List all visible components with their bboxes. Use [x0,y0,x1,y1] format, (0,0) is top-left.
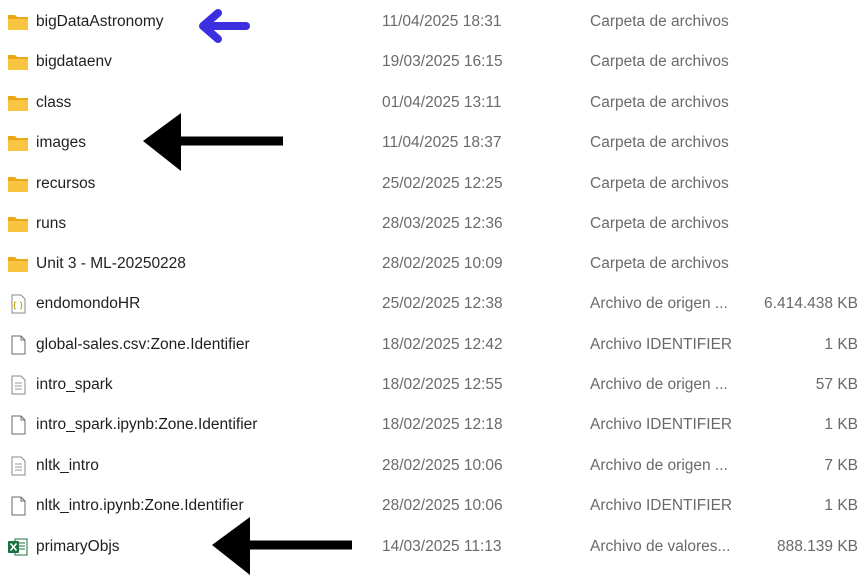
folder-icon [7,51,29,73]
list-item[interactable]: images 11/04/2025 18:37 Carpeta de archi… [0,123,867,163]
file-name: Unit 3 - ML-20250228 [36,255,186,272]
blank-file-icon [7,334,29,356]
file-name: nltk_intro.ipynb:Zone.Identifier [36,497,244,514]
file-size: 1 KB [824,336,858,353]
list-item[interactable]: nltk_intro 28/02/2025 10:06 Archivo de o… [0,446,867,486]
text-file-icon [7,455,29,477]
file-type: Carpeta de archivos [590,134,729,151]
folder-icon [7,92,29,114]
list-item[interactable]: nltk_intro.ipynb:Zone.Identifier 28/02/2… [0,486,867,526]
file-type: Archivo de origen ... [590,457,728,474]
file-type: Archivo de origen ... [590,295,728,312]
file-size: 888.139 KB [776,538,858,555]
file-type: Carpeta de archivos [590,175,729,192]
file-date: 11/04/2025 18:31 [382,13,502,30]
list-item[interactable]: endomondoHR 25/02/2025 12:38 Archivo de … [0,284,867,324]
file-size: 57 KB [815,376,858,393]
file-date: 25/02/2025 12:25 [382,175,503,192]
file-date: 18/02/2025 12:42 [382,336,503,353]
folder-icon [7,173,29,195]
file-date: 19/03/2025 16:15 [382,53,503,70]
black-arrow-icon [212,517,354,575]
file-name: class [36,94,72,111]
file-size: 7 KB [824,457,858,474]
file-date: 18/02/2025 12:55 [382,376,503,393]
file-date: 28/02/2025 10:06 [382,497,503,514]
file-name: images [36,134,86,151]
file-date: 01/04/2025 13:11 [382,94,502,111]
list-item[interactable]: primaryObjs 14/03/2025 11:13 Archivo de … [0,527,867,567]
list-item[interactable]: intro_spark.ipynb:Zone.Identifier 18/02/… [0,405,867,445]
file-type: Carpeta de archivos [590,13,729,30]
file-name: endomondoHR [36,295,141,312]
file-name: intro_spark [36,376,113,393]
black-arrow-icon [143,113,285,171]
folder-icon [7,253,29,275]
file-type: Carpeta de archivos [590,94,729,111]
file-type: Archivo de valores... [590,538,731,555]
file-date: 25/02/2025 12:38 [382,295,503,312]
file-size: 1 KB [824,497,858,514]
file-type: Archivo IDENTIFIER [590,497,733,514]
file-name: nltk_intro [36,457,99,474]
file-size: 1 KB [824,416,858,433]
folder-icon [7,213,29,235]
file-type: Carpeta de archivos [590,255,729,272]
file-name: bigdataenv [36,53,112,70]
file-type: Archivo IDENTIFIER [590,336,733,353]
excel-csv-icon [7,536,29,558]
list-item[interactable]: class 01/04/2025 13:11 Carpeta de archiv… [0,83,867,123]
file-size: 6.414.438 KB [764,295,858,312]
file-date: 14/03/2025 11:13 [382,538,502,555]
file-date: 11/04/2025 18:37 [382,134,502,151]
file-date: 28/03/2025 12:36 [382,215,503,232]
list-item[interactable]: bigDataAstronomy 11/04/2025 18:31 Carpet… [0,2,867,42]
file-name: runs [36,215,67,232]
file-type: Carpeta de archivos [590,53,729,70]
file-type: Archivo IDENTIFIER [590,416,733,433]
blank-file-icon [7,414,29,436]
blank-file-icon [7,495,29,517]
file-date: 18/02/2025 12:18 [382,416,503,433]
file-name: intro_spark.ipynb:Zone.Identifier [36,416,258,433]
list-item[interactable]: Unit 3 - ML-20250228 28/02/2025 10:09 Ca… [0,244,867,284]
list-item[interactable]: recursos 25/02/2025 12:25 Carpeta de arc… [0,164,867,204]
file-name: primaryObjs [36,538,120,555]
list-item[interactable]: bigdataenv 19/03/2025 16:15 Carpeta de a… [0,42,867,82]
file-type: Archivo de origen ... [590,376,728,393]
text-file-icon [7,374,29,396]
list-item[interactable]: intro_spark 18/02/2025 12:55 Archivo de … [0,365,867,405]
folder-icon [7,11,29,33]
list-item[interactable]: runs 28/03/2025 12:36 Carpeta de archivo… [0,204,867,244]
file-date: 28/02/2025 10:09 [382,255,503,272]
file-name: recursos [36,175,96,192]
file-name: global-sales.csv:Zone.Identifier [36,336,250,353]
json-file-icon [7,293,29,315]
file-date: 28/02/2025 10:06 [382,457,503,474]
blue-arrow-icon [198,8,250,44]
list-item[interactable]: global-sales.csv:Zone.Identifier 18/02/2… [0,325,867,365]
folder-icon [7,132,29,154]
file-type: Carpeta de archivos [590,215,729,232]
file-name: bigDataAstronomy [36,13,164,30]
